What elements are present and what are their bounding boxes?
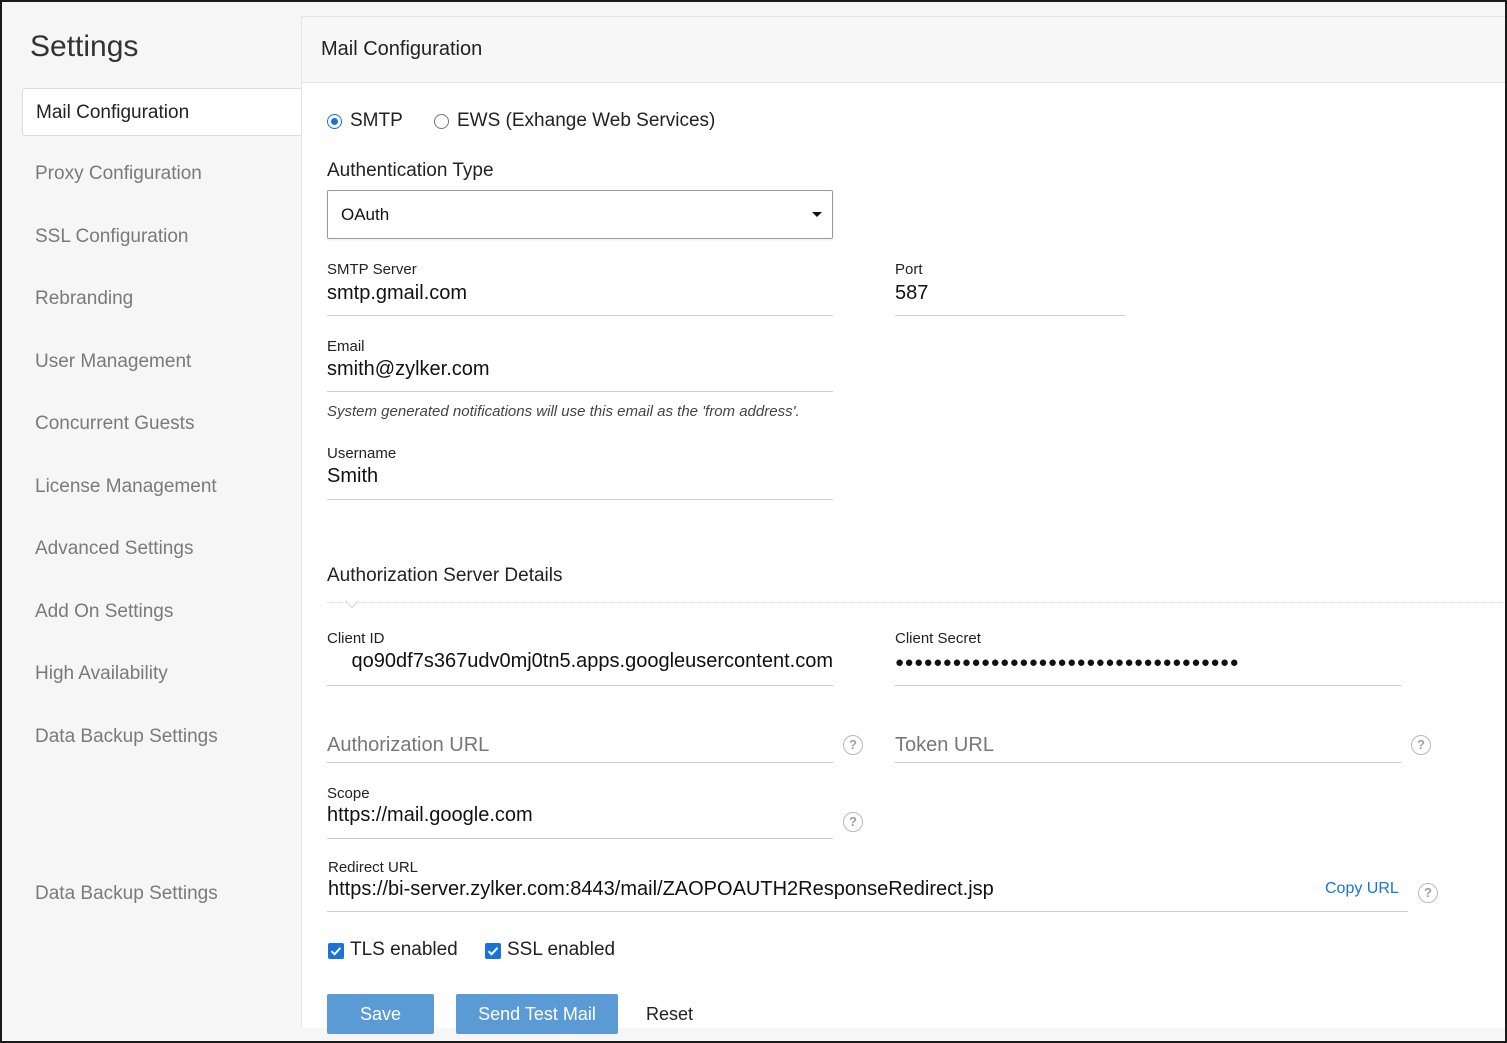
sidebar-item-license-management[interactable]: License Management bbox=[22, 463, 302, 511]
smtp-radio-label: SMTP bbox=[350, 110, 403, 131]
email-hint: System generated notifications will use … bbox=[327, 403, 800, 420]
check-icon bbox=[487, 947, 499, 956]
client-secret-input[interactable]: ●●●●●●●●●●●●●●●●●●●●●●●●●●●●●●●●●●●● bbox=[895, 650, 1401, 686]
authorization-url-help-icon[interactable]: ? bbox=[843, 735, 863, 755]
sidebar-item-high-availability[interactable]: High Availability bbox=[22, 650, 302, 698]
authentication-type-value: OAuth bbox=[341, 205, 390, 224]
sidebar-item-user-management[interactable]: User Management bbox=[22, 338, 302, 386]
email-label: Email bbox=[327, 338, 365, 355]
chevron-down-icon bbox=[812, 212, 822, 217]
redirect-url-value: https://bi-server.zylker.com:8443/mail/Z… bbox=[328, 878, 994, 900]
ews-radio-label: EWS (Exhange Web Services) bbox=[457, 110, 716, 131]
token-url-input[interactable]: Token URL bbox=[895, 734, 1401, 763]
save-button[interactable]: Save bbox=[327, 994, 434, 1034]
ews-radio-button[interactable] bbox=[434, 114, 449, 129]
page-title: Mail Configuration bbox=[321, 38, 483, 60]
sidebar-item-data-backup-settings[interactable]: Data Backup Settings bbox=[22, 713, 302, 761]
ssl-enabled-option[interactable]: SSL enabled bbox=[484, 939, 616, 963]
redirect-url-help-icon[interactable]: ? bbox=[1418, 883, 1438, 903]
authorization-server-heading: Authorization Server Details bbox=[327, 565, 563, 586]
tls-enabled-label: TLS enabled bbox=[350, 939, 458, 960]
authorization-url-input[interactable]: Authorization URL bbox=[327, 734, 833, 763]
client-id-input[interactable]: qo90df7s367udv0mj0tn5.apps.googleusercon… bbox=[327, 650, 833, 686]
sidebar-item-add-on-settings[interactable]: Add On Settings bbox=[22, 588, 302, 636]
check-icon bbox=[330, 947, 342, 956]
sidebar-title: Settings bbox=[30, 30, 139, 63]
client-secret-value: ●●●●●●●●●●●●●●●●●●●●●●●●●●●●●●●●●●●● bbox=[895, 654, 1240, 671]
client-id-value: qo90df7s367udv0mj0tn5.apps.googleusercon… bbox=[351, 650, 833, 672]
section-divider bbox=[327, 602, 1505, 603]
sidebar-item-ssl-configuration[interactable]: SSL Configuration bbox=[22, 213, 302, 261]
client-secret-label: Client Secret bbox=[895, 630, 981, 647]
sidebar-item-proxy-configuration[interactable]: Proxy Configuration bbox=[22, 150, 302, 198]
scope-label: Scope bbox=[327, 785, 370, 802]
sidebar-item-data-backup-settings-2[interactable]: Data Backup Settings bbox=[22, 870, 302, 918]
sidebar-item-concurrent-guests[interactable]: Concurrent Guests bbox=[22, 400, 302, 448]
section-pointer bbox=[344, 593, 360, 609]
tls-enabled-option[interactable]: TLS enabled bbox=[327, 939, 458, 963]
authentication-type-label: Authentication Type bbox=[327, 160, 494, 181]
redirect-url-field: https://bi-server.zylker.com:8443/mail/Z… bbox=[327, 878, 1408, 912]
smtp-server-input[interactable]: smtp.gmail.com bbox=[327, 282, 833, 316]
username-input[interactable]: Smith bbox=[327, 465, 833, 500]
authentication-type-select[interactable]: OAuth bbox=[327, 190, 833, 239]
ssl-enabled-label: SSL enabled bbox=[507, 939, 616, 960]
sidebar-item-advanced-settings[interactable]: Advanced Settings bbox=[22, 525, 302, 573]
redirect-url-label: Redirect URL bbox=[328, 859, 419, 876]
port-input[interactable]: 587 bbox=[895, 282, 1125, 316]
sidebar-item-rebranding[interactable]: Rebranding bbox=[22, 275, 302, 323]
send-test-mail-button[interactable]: Send Test Mail bbox=[456, 994, 618, 1034]
tls-enabled-checkbox[interactable] bbox=[328, 943, 344, 959]
ssl-enabled-checkbox[interactable] bbox=[485, 943, 501, 959]
sidebar-item-mail-configuration[interactable]: Mail Configuration bbox=[22, 88, 302, 136]
copy-url-link[interactable]: Copy URL bbox=[1325, 880, 1399, 898]
smtp-server-label: SMTP Server bbox=[327, 261, 417, 278]
ews-radio-option[interactable]: EWS (Exhange Web Services) bbox=[434, 110, 716, 134]
username-label: Username bbox=[327, 445, 397, 462]
client-id-label: Client ID bbox=[327, 630, 385, 647]
token-url-help-icon[interactable]: ? bbox=[1411, 735, 1431, 755]
scope-input[interactable]: https://mail.google.com bbox=[327, 804, 833, 839]
port-label: Port bbox=[895, 261, 923, 278]
settings-sidebar: Settings Mail Configuration Proxy Config… bbox=[2, 2, 302, 1041]
reset-button[interactable]: Reset bbox=[646, 1004, 693, 1025]
mail-configuration-panel: Mail Configuration SMTP EWS (Exhange Web… bbox=[301, 16, 1505, 1034]
scope-help-icon[interactable]: ? bbox=[843, 812, 863, 832]
email-input[interactable]: smith@zylker.com bbox=[327, 358, 833, 392]
smtp-radio-button[interactable] bbox=[327, 114, 342, 129]
panel-header: Mail Configuration bbox=[302, 17, 1505, 83]
app-window: Settings Mail Configuration Proxy Config… bbox=[0, 0, 1507, 1043]
smtp-radio-option[interactable]: SMTP bbox=[327, 110, 417, 134]
